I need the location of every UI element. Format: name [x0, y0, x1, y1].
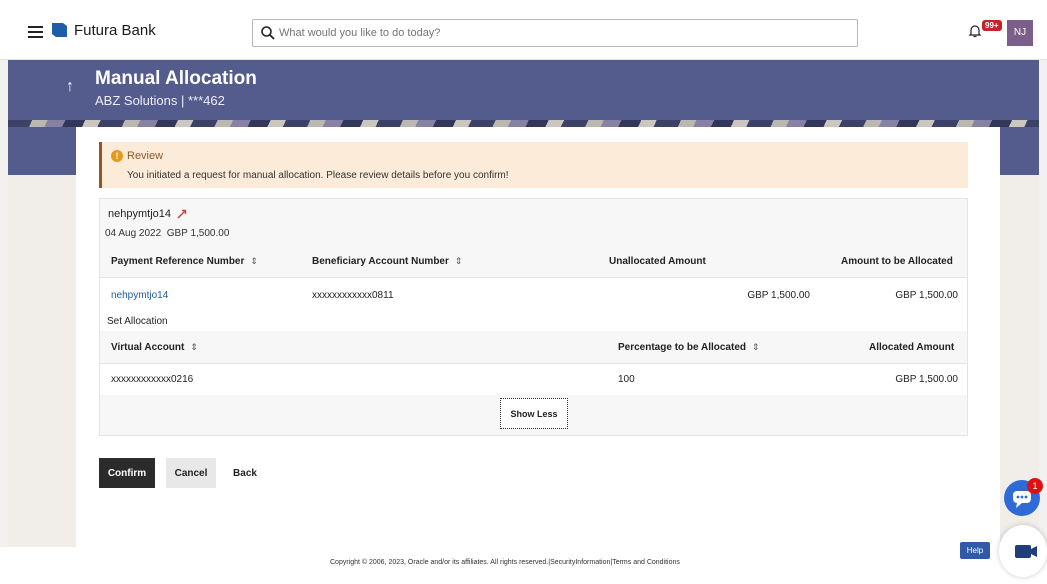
- column-header-payment-reference[interactable]: Payment Reference Number ⇕: [111, 256, 258, 267]
- hamburger-menu-icon[interactable]: [28, 26, 43, 38]
- back-button[interactable]: Back: [227, 458, 263, 488]
- transaction-panel: nehpymtjo14 04 Aug 2022 GBP 1,500.00 Pay…: [99, 198, 968, 436]
- brand-name[interactable]: Futura Bank: [74, 22, 156, 39]
- sort-icon[interactable]: ⇕: [250, 256, 258, 267]
- back-arrow-icon[interactable]: ↑: [66, 78, 74, 96]
- confirm-button[interactable]: Confirm: [99, 458, 155, 488]
- bank-logo-icon: [52, 23, 67, 37]
- column-header-amount-to-allocate: Amount to be Allocated: [841, 256, 953, 267]
- review-title: Review: [127, 150, 164, 162]
- search-bar[interactable]: [252, 19, 858, 47]
- page-subtitle: ABZ Solutions | ***462: [95, 93, 225, 108]
- edit-icon[interactable]: [177, 209, 187, 219]
- column-header-unallocated-amount: Unallocated Amount: [609, 256, 706, 267]
- review-message: You initiated a request for manual alloc…: [127, 170, 509, 181]
- review-alert: ! Review You initiated a request for man…: [99, 142, 968, 188]
- percentage-cell: 100: [618, 374, 635, 385]
- payment-reference-link[interactable]: nehpymtjo14: [111, 290, 168, 301]
- transaction-date: 04 Aug 2022: [105, 228, 162, 239]
- column-header-percentage[interactable]: Percentage to be Allocated ⇕: [618, 342, 760, 353]
- payment-table-header: Payment Reference Number ⇕ Beneficiary Ac…: [100, 245, 967, 278]
- video-camera-icon: [1015, 545, 1037, 558]
- column-header-beneficiary-account[interactable]: Beneficiary Account Number ⇕: [312, 256, 462, 267]
- search-input[interactable]: [279, 24, 849, 42]
- footer-copyright: Copyright © 2006, 2023, Oracle and/or it…: [330, 559, 680, 566]
- sort-icon[interactable]: ⇕: [752, 342, 760, 353]
- cancel-button[interactable]: Cancel: [166, 458, 216, 488]
- amount-to-allocate-cell: GBP 1,500.00: [895, 290, 958, 301]
- transaction-amount: GBP 1,500.00: [166, 228, 230, 239]
- background-pattern-left: [8, 175, 76, 547]
- allocation-table-header: Virtual Account ⇕ Percentage to be Alloca…: [100, 331, 967, 364]
- set-allocation-label: Set Allocation: [107, 316, 168, 327]
- search-icon: [261, 26, 275, 40]
- show-less-button[interactable]: Show Less: [500, 398, 568, 429]
- help-button[interactable]: Help: [960, 542, 990, 559]
- unallocated-amount-cell: GBP 1,500.00: [747, 290, 810, 301]
- sort-icon[interactable]: ⇕: [455, 256, 463, 267]
- page-title: Manual Allocation: [95, 68, 257, 89]
- column-header-virtual-account[interactable]: Virtual Account ⇕: [111, 342, 198, 353]
- transaction-header: nehpymtjo14 04 Aug 2022 GBP 1,500.00: [100, 199, 967, 245]
- footer: Copyright © 2006, 2023, Oracle and/or it…: [0, 547, 1047, 584]
- notification-bell-icon[interactable]: [968, 24, 982, 38]
- transaction-meta: 04 Aug 2022 GBP 1,500.00: [105, 228, 229, 239]
- transaction-reference: nehpymtjo14: [108, 208, 171, 220]
- beneficiary-account-cell: xxxxxxxxxxxx0811: [312, 290, 394, 301]
- top-bar: Futura Bank 99+ NJ: [0, 0, 1047, 60]
- banner-pattern: [8, 120, 1039, 127]
- sort-icon[interactable]: ⇕: [190, 342, 198, 353]
- virtual-account-cell: xxxxxxxxxxxx0216: [111, 374, 194, 385]
- video-call-button[interactable]: [999, 525, 1047, 577]
- allocated-amount-cell: GBP 1,500.00: [895, 374, 958, 385]
- notification-count-badge: 99+: [982, 20, 1002, 31]
- column-header-allocated-amount: Allocated Amount: [869, 342, 955, 353]
- warning-icon: !: [111, 150, 123, 162]
- user-avatar[interactable]: NJ: [1007, 20, 1033, 46]
- chat-notification-badge: 1: [1027, 478, 1043, 494]
